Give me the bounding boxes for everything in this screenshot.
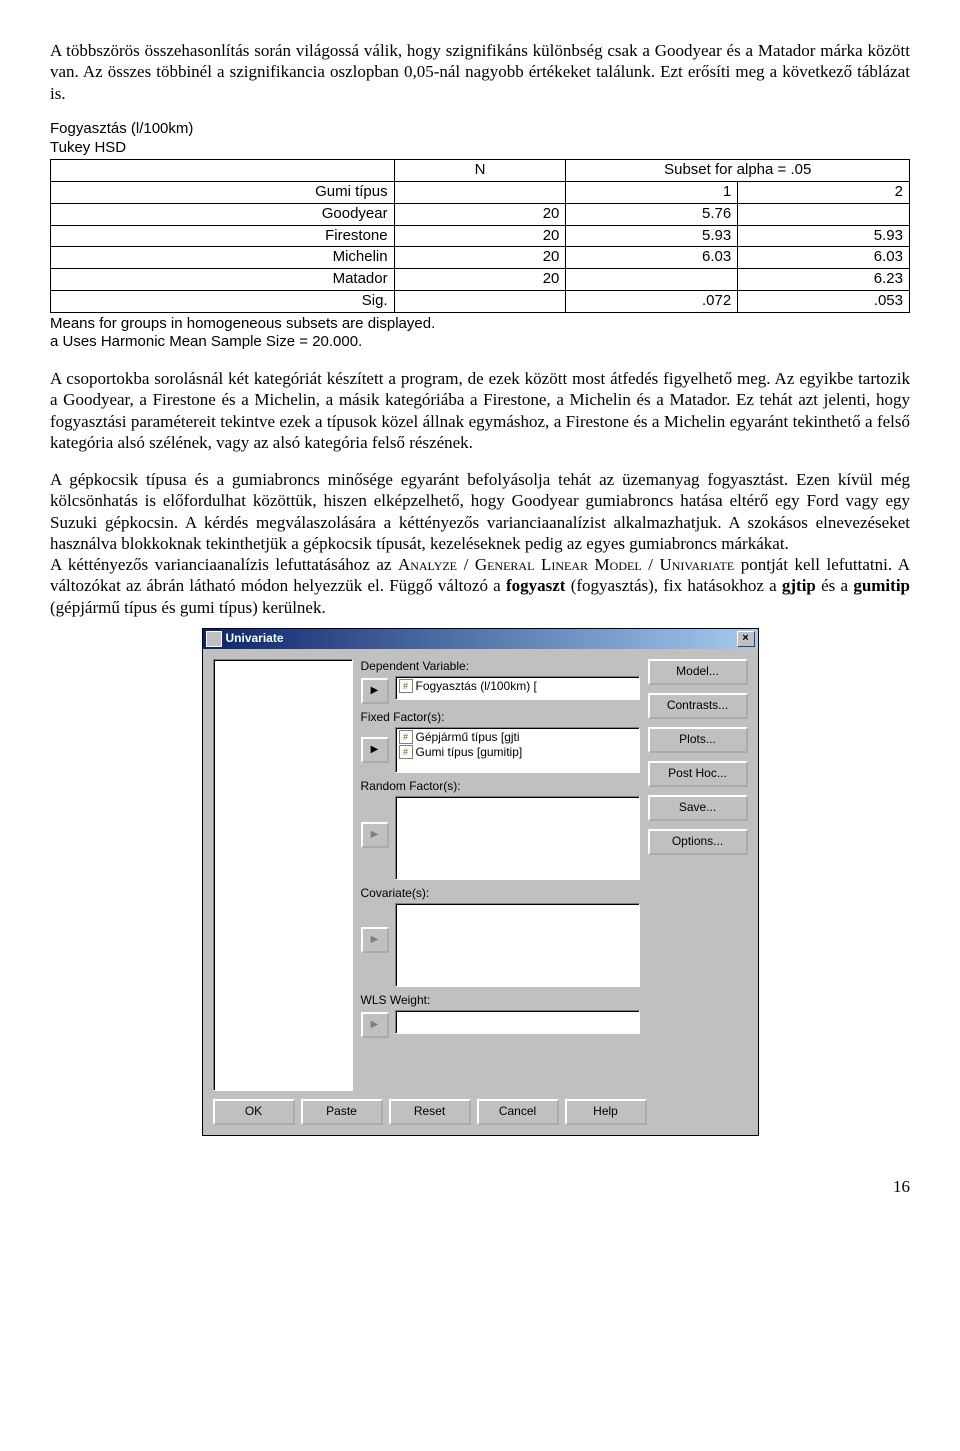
label-fixed: Fixed Factor(s): [361,710,640,725]
dialog-title: Univariate [226,631,284,646]
source-variable-list[interactable] [213,659,353,1091]
var-gjtip: gjtip [782,576,816,595]
move-random-button[interactable]: ▶ [361,822,389,848]
wls-weight-box[interactable] [395,1010,640,1034]
cancel-button[interactable]: Cancel [477,1099,559,1125]
paragraph-3a: A gépkocsik típusa és a gumiabroncs minő… [50,469,910,554]
move-fixed-button[interactable]: ▶ [361,737,389,763]
menu-glm: General Linear Model [475,555,642,574]
fixed-factors-box[interactable]: #Gépjármű típus [gjti #Gumi típus [gumit… [395,727,640,773]
ok-button[interactable]: OK [213,1099,295,1125]
options-button[interactable]: Options... [648,829,748,855]
table-title-1: Fogyasztás (l/100km) [50,120,910,139]
scale-icon: # [399,679,413,693]
intro-paragraph: A többszörös összehasonlítás során világ… [50,40,910,104]
var-gumitip: gumitip [853,576,910,595]
help-button[interactable]: Help [565,1099,647,1125]
table-footnote-1: Means for groups in homogeneous subsets … [50,315,910,334]
paragraph-3b: A kéttényezős varianciaanalízis lefuttat… [50,554,910,618]
tukey-table: NSubset for alpha = .05Gumi típus12Goody… [50,159,910,312]
page-number: 16 [50,1176,910,1197]
app-icon [206,631,222,647]
dialog-titlebar[interactable]: Univariate × [203,629,758,649]
label-dependent: Dependent Variable: [361,659,640,674]
move-wls-button[interactable]: ▶ [361,1012,389,1038]
label-random: Random Factor(s): [361,779,640,794]
p3b-pre: A kéttényezős varianciaanalízis lefuttat… [50,555,398,574]
move-dependent-button[interactable]: ▶ [361,678,389,704]
scale-icon: # [399,730,413,744]
label-wls: WLS Weight: [361,993,640,1008]
posthoc-button[interactable]: Post Hoc... [648,761,748,787]
dependent-variable-box[interactable]: #Fogyasztás (l/100km) [ [395,676,640,700]
paragraph-2: A csoportokba sorolásnál két kategóriát … [50,368,910,453]
scale-icon: # [399,745,413,759]
save-button[interactable]: Save... [648,795,748,821]
univariate-dialog: Univariate × Dependent Variable: ▶ #Fogy… [202,628,759,1136]
close-icon[interactable]: × [737,631,755,647]
var-fogyaszt: fogyaszt [506,576,565,595]
table-footnote-2: a Uses Harmonic Mean Sample Size = 20.00… [50,333,910,352]
menu-analyze: Analyze [398,555,457,574]
plots-button[interactable]: Plots... [648,727,748,753]
model-button[interactable]: Model... [648,659,748,685]
random-factors-box[interactable] [395,796,640,880]
contrasts-button[interactable]: Contrasts... [648,693,748,719]
table-title-2: Tukey HSD [50,139,910,158]
label-covariate: Covariate(s): [361,886,640,901]
covariates-box[interactable] [395,903,640,987]
menu-univariate: Univariate [659,555,734,574]
move-covariate-button[interactable]: ▶ [361,927,389,953]
paste-button[interactable]: Paste [301,1099,383,1125]
reset-button[interactable]: Reset [389,1099,471,1125]
